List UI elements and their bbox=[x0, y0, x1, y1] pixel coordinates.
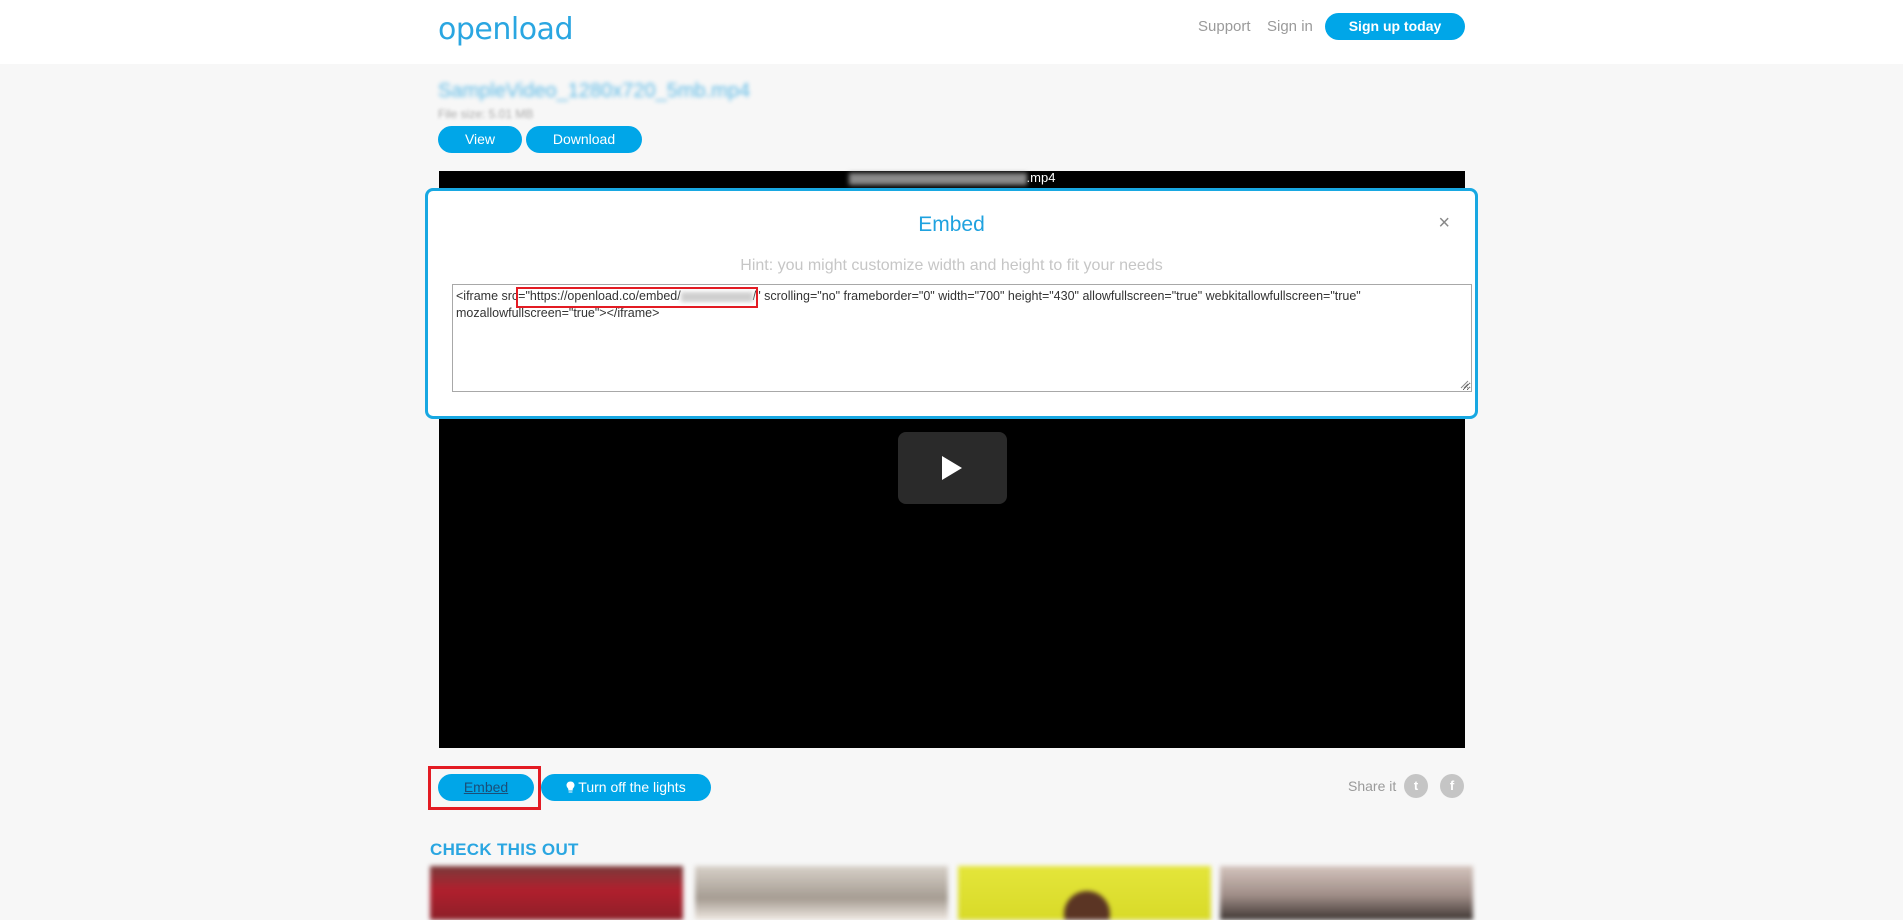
thumbnail-figure bbox=[1064, 891, 1110, 920]
facebook-icon[interactable]: f bbox=[1440, 774, 1464, 798]
related-thumbnail[interactable] bbox=[1220, 866, 1473, 920]
share-label: Share it bbox=[1348, 778, 1397, 794]
top-bar: openload Support Sign in Sign up today bbox=[0, 0, 1903, 64]
related-thumbnail[interactable] bbox=[430, 866, 683, 920]
file-title: SampleVideo_1280x720_5mb.mp4 bbox=[438, 80, 751, 102]
play-icon bbox=[942, 456, 962, 480]
openload-logo[interactable]: openload bbox=[438, 12, 573, 47]
resize-grip-icon[interactable] bbox=[1460, 380, 1469, 389]
close-icon[interactable]: × bbox=[1438, 213, 1450, 233]
file-size: File size: 5.01 MB bbox=[438, 107, 534, 121]
lightbulb-icon bbox=[566, 781, 575, 793]
player-title: .mp4 bbox=[439, 171, 1465, 185]
related-thumbnail[interactable] bbox=[695, 866, 948, 920]
twitter-icon[interactable]: t bbox=[1404, 774, 1428, 798]
modal-hint: Hint: you might customize width and heig… bbox=[740, 257, 1163, 274]
turn-off-lights-label: Turn off the lights bbox=[578, 779, 686, 795]
embed-button[interactable]: Embed bbox=[438, 774, 534, 801]
player-title-suffix: .mp4 bbox=[1026, 170, 1056, 185]
url-highlight-box bbox=[516, 287, 758, 308]
related-heading: CHECK THIS OUT bbox=[430, 840, 579, 859]
nav-signin-link[interactable]: Sign in bbox=[1267, 18, 1313, 35]
view-button[interactable]: View bbox=[438, 126, 522, 153]
turn-off-lights-button[interactable]: Turn off the lights bbox=[541, 774, 711, 801]
redacted-filename bbox=[848, 172, 1027, 185]
nav-support-link[interactable]: Support bbox=[1198, 18, 1251, 35]
signup-button[interactable]: Sign up today bbox=[1325, 13, 1465, 40]
modal-title: Embed bbox=[918, 213, 985, 236]
download-button[interactable]: Download bbox=[526, 126, 642, 153]
related-thumbnail[interactable] bbox=[958, 866, 1211, 920]
play-button[interactable] bbox=[898, 432, 1007, 504]
embed-modal: Embed × Hint: you might customize width … bbox=[425, 188, 1478, 419]
